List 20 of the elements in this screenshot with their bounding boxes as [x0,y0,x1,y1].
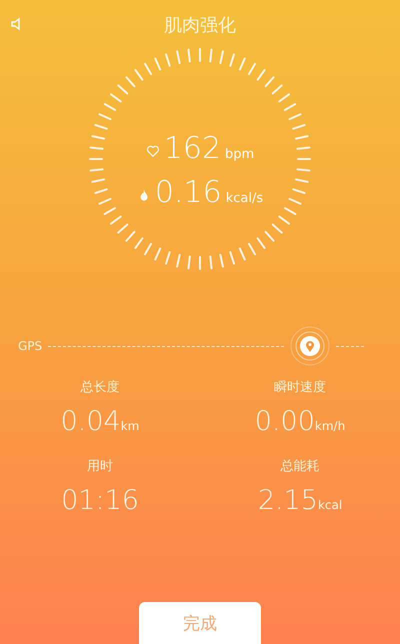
heart-rate-value: 162 [164,134,222,164]
stat-unit: km [120,419,140,433]
stat-label: 瞬时速度 [274,379,326,396]
location-pin-icon[interactable] [290,326,330,366]
stat-label: 用时 [87,458,113,475]
heart-rate-unit: bpm [225,147,254,162]
stat-unit: km/h [314,419,346,433]
page-title: 肌肉强化 [164,14,236,37]
heart-icon [146,144,160,158]
stat-unit: kcal [318,498,342,512]
burn-rate-value: 0.16 [154,178,222,208]
stat-value: 0.00 [254,408,315,435]
stat-label: 总长度 [80,379,120,396]
done-button[interactable]: 完成 [139,602,261,644]
stat-value: 0.04 [60,408,121,435]
burn-rate-unit: kcal/s [226,191,264,206]
stat-label: 总能耗 [280,458,320,475]
stat-value: 01:16 [61,487,139,514]
stat-value: 2.15 [258,487,318,514]
gps-label: GPS [18,339,42,353]
